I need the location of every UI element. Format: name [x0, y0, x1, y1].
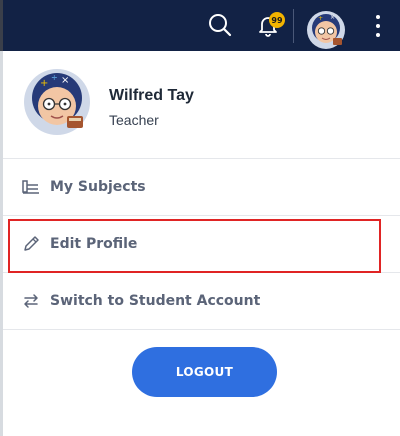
left-edge-strip — [0, 0, 3, 51]
avatar[interactable]: + × — [306, 10, 346, 50]
svg-text:+: + — [318, 15, 323, 22]
menu-item-my-subjects[interactable]: My Subjects — [3, 159, 400, 215]
notifications-button[interactable]: 99 — [251, 8, 285, 42]
selection-highlight — [8, 219, 381, 273]
menu-item-switch-account[interactable]: Switch to Student Account — [3, 273, 400, 329]
kebab-dot — [376, 33, 380, 37]
kebab-dot — [376, 24, 380, 28]
topbar-divider — [293, 9, 294, 43]
logout-button[interactable]: LOGOUT — [132, 347, 277, 397]
search-icon — [209, 14, 232, 37]
avatar-image: + × — [307, 11, 345, 49]
svg-text:×: × — [330, 14, 335, 21]
svg-text:×: × — [61, 75, 69, 86]
more-options-button[interactable] — [368, 12, 388, 40]
profile-avatar: + × ÷ — [23, 68, 91, 136]
switch-arrows-icon — [21, 291, 41, 311]
top-navigation-bar: 99 + × — [0, 0, 400, 51]
kebab-dot — [376, 15, 380, 19]
profile-avatar-image: + × ÷ — [24, 69, 90, 135]
svg-text:+: + — [40, 78, 48, 89]
svg-text:÷: ÷ — [51, 73, 58, 82]
profile-dropdown-panel: + × ÷ Wilfred Tay Teacher My Subjects Ed… — [0, 51, 400, 436]
profile-role: Teacher — [109, 112, 159, 128]
profile-name: Wilfred Tay — [109, 87, 194, 104]
books-icon — [21, 177, 41, 197]
menu-item-label: My Subjects — [50, 179, 146, 195]
divider — [3, 329, 400, 330]
profile-header: + × ÷ Wilfred Tay Teacher — [3, 51, 400, 158]
search-button[interactable] — [203, 8, 237, 42]
notification-badge: 99 — [269, 12, 285, 28]
menu-item-label: Switch to Student Account — [50, 293, 261, 309]
